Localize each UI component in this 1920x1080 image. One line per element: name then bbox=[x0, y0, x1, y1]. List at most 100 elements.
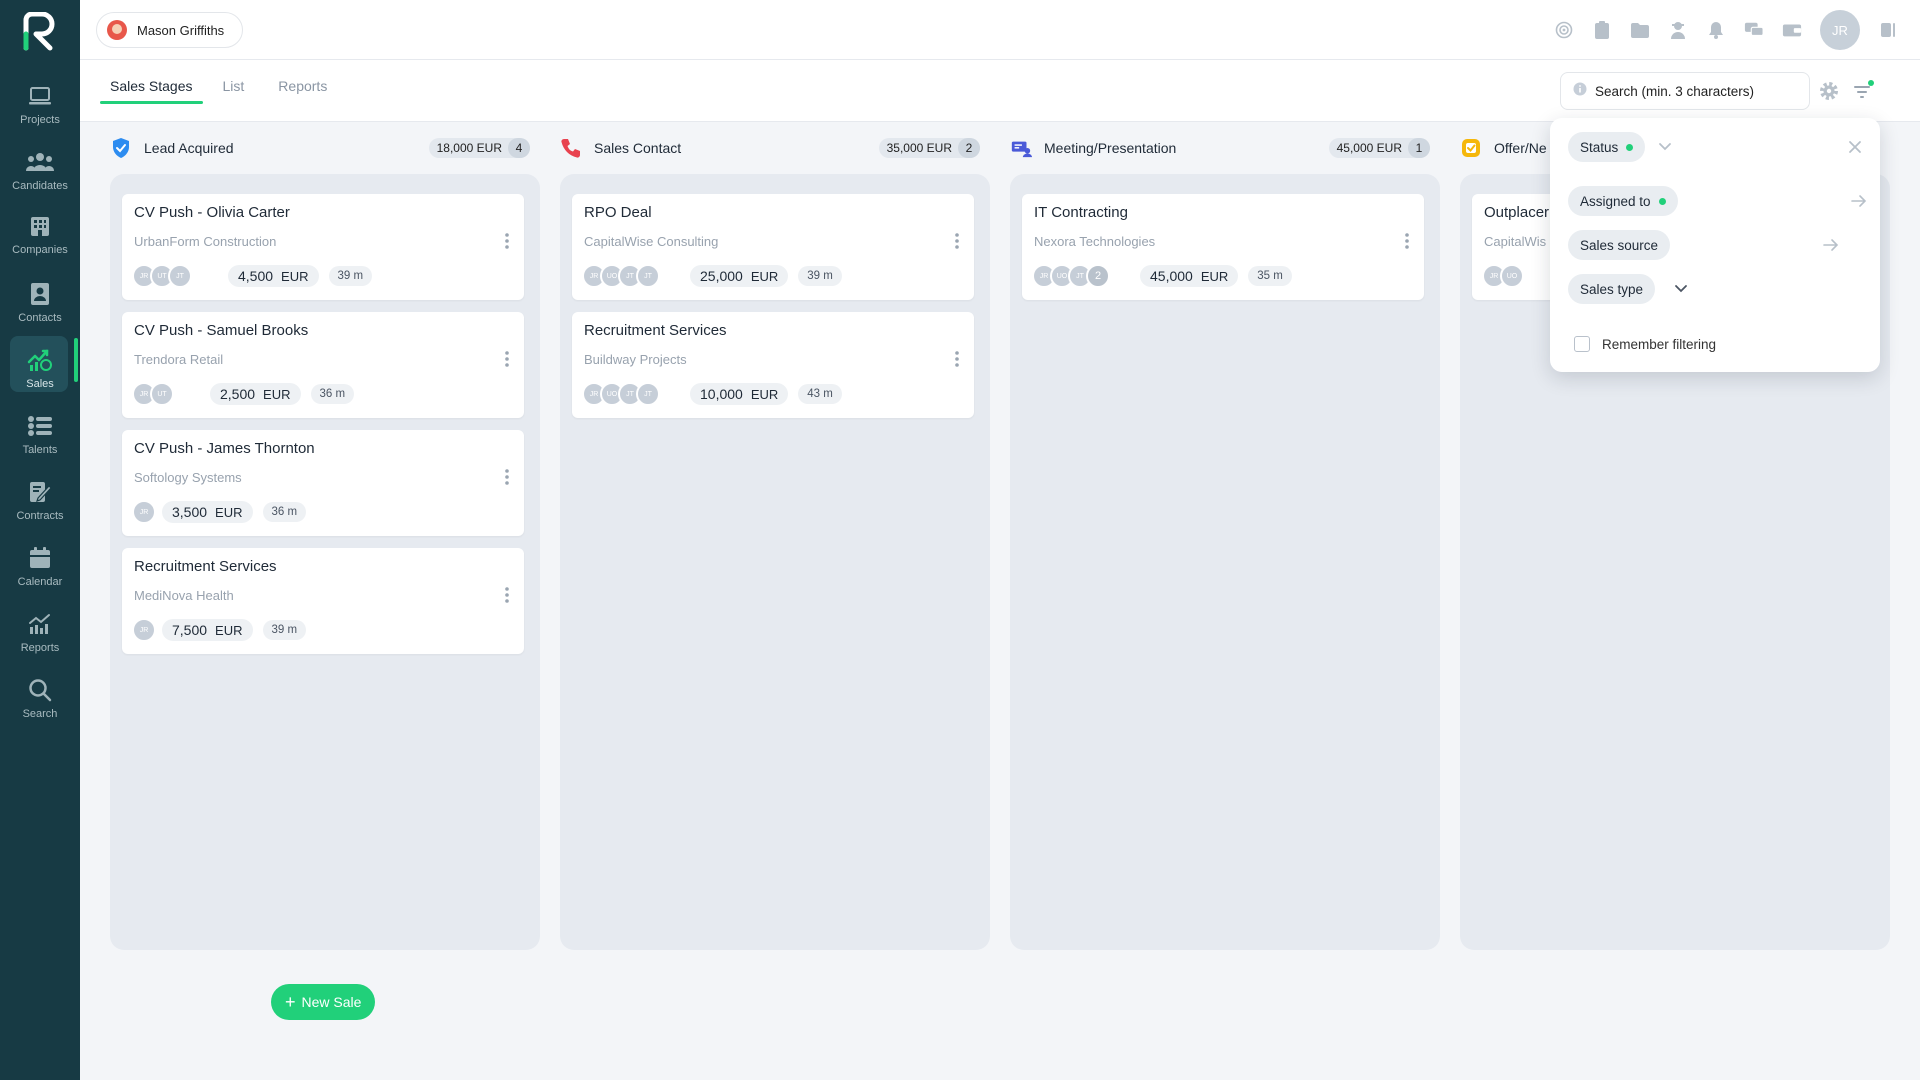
card-company: CapitalWis bbox=[1484, 234, 1547, 249]
chip-label: Sales type bbox=[1580, 281, 1644, 297]
kebab-menu-icon[interactable] bbox=[504, 586, 510, 604]
sales-type-filter-chip[interactable]: Sales type bbox=[1568, 274, 1656, 304]
column-total: 45,000 bbox=[1336, 141, 1374, 155]
amount-value: 10,000 bbox=[700, 386, 743, 402]
card-title: CV Push - Olivia Carter bbox=[134, 204, 290, 221]
sale-card[interactable]: CV Push - James Thornton Softology Syste… bbox=[122, 430, 524, 536]
people-icon bbox=[26, 148, 54, 176]
remember-filtering[interactable]: Remember filtering bbox=[1574, 336, 1716, 352]
card-title: Recruitment Services bbox=[584, 322, 727, 339]
card-amount: 2,500 EUR bbox=[210, 383, 301, 405]
folder-icon[interactable] bbox=[1630, 20, 1650, 40]
amount-currency: EUR bbox=[215, 622, 243, 638]
card-title: Recruitment Services bbox=[134, 558, 277, 575]
sidebar-toggle-icon[interactable] bbox=[1878, 20, 1898, 40]
gear-icon[interactable] bbox=[1818, 80, 1840, 102]
remember-filtering-checkbox[interactable] bbox=[1574, 336, 1590, 352]
tab-reports[interactable]: Reports bbox=[268, 78, 337, 104]
card-amount: 10,000 EUR bbox=[690, 383, 789, 405]
sale-card[interactable]: IT Contracting Nexora Technologies JR UO… bbox=[1022, 194, 1424, 300]
column-count: 2 bbox=[958, 138, 980, 158]
chevron-down-icon[interactable] bbox=[1656, 138, 1674, 156]
nav-active-indicator bbox=[74, 338, 78, 382]
assigned-to-filter-chip[interactable]: Assigned to bbox=[1568, 186, 1678, 216]
arrow-right-icon[interactable] bbox=[1822, 236, 1840, 254]
card-meta: JR UT JT 4,500 EUR 39 m bbox=[132, 264, 373, 288]
bell-icon[interactable] bbox=[1706, 20, 1726, 40]
sales-source-filter-chip[interactable]: Sales source bbox=[1568, 230, 1671, 260]
target-icon[interactable] bbox=[1554, 20, 1574, 40]
wallet-icon[interactable] bbox=[1782, 20, 1802, 40]
amount-value: 3,500 bbox=[172, 504, 208, 520]
kebab-menu-icon[interactable] bbox=[504, 232, 510, 250]
remember-filtering-label: Remember filtering bbox=[1602, 336, 1717, 352]
avatar[interactable]: JT bbox=[636, 264, 660, 288]
nav-label: Reports bbox=[20, 642, 60, 654]
new-sale-label: New Sale bbox=[301, 994, 362, 1010]
card-meta: JR UO bbox=[1482, 264, 1524, 288]
nav-label: Contacts bbox=[18, 312, 62, 324]
tab-sales-stages[interactable]: Sales Stages bbox=[100, 78, 203, 104]
more-assignees-count[interactable]: 2 bbox=[1086, 264, 1110, 288]
laptop-icon bbox=[26, 82, 54, 110]
nav-sales[interactable]: Sales bbox=[0, 336, 80, 402]
sale-card[interactable]: Recruitment Services Buildway Projects J… bbox=[572, 312, 974, 418]
chevron-down-icon[interactable] bbox=[1672, 280, 1690, 298]
avatar[interactable]: UO bbox=[1500, 264, 1524, 288]
card-meta: JR UO JT JT 25,000 EUR 39 m bbox=[582, 264, 842, 288]
kebab-menu-icon[interactable] bbox=[954, 350, 960, 368]
card-title: CV Push - James Thornton bbox=[134, 440, 315, 457]
search-box bbox=[1560, 72, 1810, 110]
nav-label: Talents bbox=[22, 444, 58, 456]
nav-talents[interactable]: Talents bbox=[0, 408, 80, 468]
kebab-menu-icon[interactable] bbox=[954, 232, 960, 250]
kebab-menu-icon[interactable] bbox=[1404, 232, 1410, 250]
sale-card[interactable]: CV Push - Samuel Brooks Trendora Retail … bbox=[122, 312, 524, 418]
nav-reports[interactable]: Reports bbox=[0, 606, 80, 666]
sub-header: Sales Stages List Reports bbox=[80, 60, 1920, 122]
avatar[interactable]: UT bbox=[150, 382, 174, 406]
nav-projects[interactable]: Projects bbox=[0, 78, 80, 138]
card-meta: JR 3,500 EUR 36 m bbox=[132, 500, 307, 524]
clipboard-icon[interactable] bbox=[1592, 20, 1612, 40]
tab-list[interactable]: List bbox=[213, 78, 255, 104]
card-age: 43 m bbox=[798, 384, 842, 404]
sale-card[interactable]: RPO Deal CapitalWise Consulting JR UO JT… bbox=[572, 194, 974, 300]
sale-card[interactable]: CV Push - Olivia Carter UrbanForm Constr… bbox=[122, 194, 524, 300]
assignee-avatars: JR UO JT JT bbox=[582, 382, 660, 406]
column-total-badge: 45,000 EUR 1 bbox=[1328, 138, 1430, 158]
avatar[interactable]: JR bbox=[132, 618, 156, 642]
arrow-right-icon[interactable] bbox=[1850, 192, 1868, 210]
avatar[interactable]: JR bbox=[132, 500, 156, 524]
sale-card[interactable]: Recruitment Services MediNova Health JR … bbox=[122, 548, 524, 654]
kebab-menu-icon[interactable] bbox=[504, 468, 510, 486]
profile-avatar[interactable]: JR bbox=[1820, 10, 1860, 50]
nav-calendar[interactable]: Calendar bbox=[0, 540, 80, 600]
card-title: IT Contracting bbox=[1034, 204, 1128, 221]
amount-currency: EUR bbox=[750, 268, 779, 284]
nav-search[interactable]: Search bbox=[0, 672, 80, 732]
new-sale-button[interactable]: + New Sale bbox=[271, 984, 376, 1020]
view-tabs: Sales Stages List Reports bbox=[100, 78, 337, 104]
search-input[interactable] bbox=[1595, 83, 1795, 99]
avatar[interactable]: JT bbox=[636, 382, 660, 406]
chat-icon[interactable] bbox=[1744, 20, 1764, 40]
top-icons: JR bbox=[1554, 10, 1898, 50]
status-filter-chip[interactable]: Status bbox=[1568, 132, 1646, 162]
amount-currency: EUR bbox=[750, 386, 779, 402]
top-bar: Mason Griffiths JR bbox=[80, 0, 1920, 60]
calendar-icon bbox=[26, 544, 54, 572]
current-user-chip[interactable]: Mason Griffiths bbox=[96, 12, 244, 48]
list-icon bbox=[26, 412, 54, 440]
kebab-menu-icon[interactable] bbox=[504, 350, 510, 368]
filter-icon[interactable] bbox=[1852, 80, 1874, 102]
app-logo[interactable] bbox=[20, 12, 60, 52]
nav-companies[interactable]: Companies bbox=[0, 208, 80, 268]
nav-contacts[interactable]: Contacts bbox=[0, 276, 80, 336]
chip-label: Sales source bbox=[1580, 237, 1659, 253]
avatar[interactable]: JT bbox=[168, 264, 192, 288]
close-icon[interactable] bbox=[1846, 138, 1864, 156]
nav-candidates[interactable]: Candidates bbox=[0, 144, 80, 204]
agent-icon[interactable] bbox=[1668, 20, 1688, 40]
nav-contracts[interactable]: Contracts bbox=[0, 474, 80, 534]
